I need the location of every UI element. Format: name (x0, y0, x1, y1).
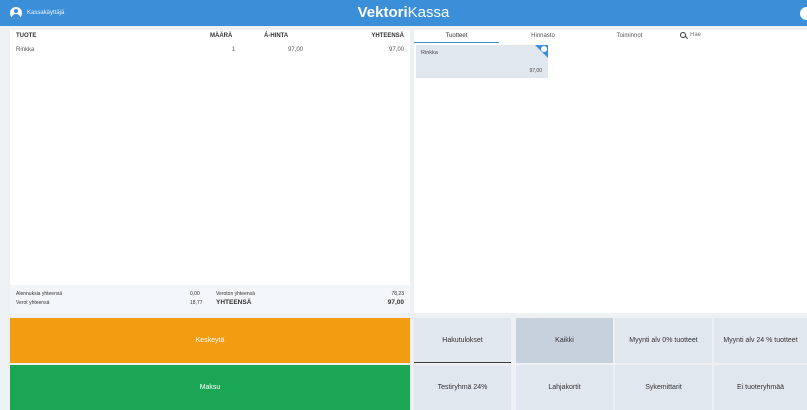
brand-light: Kassa (407, 4, 450, 21)
menu-circle-icon[interactable] (800, 7, 807, 20)
search-box[interactable] (680, 32, 790, 38)
row-total: 97,00 (388, 47, 404, 53)
column-product: TUOTE (16, 33, 37, 39)
products-panel: Tuotteet Hinnasto Toiminnot Rinkka 97,00 (414, 30, 807, 313)
grand-total-value: 97,00 (387, 299, 404, 306)
pay-button[interactable]: Maksu (10, 365, 410, 410)
category-vat-24[interactable]: Myynti alv 24 % tuotteet (714, 318, 807, 363)
column-quantity: MÄÄRÄ (210, 33, 233, 39)
net-value: 78,23 (391, 291, 404, 297)
product-tabs: Tuotteet Hinnasto Toiminnot (414, 30, 807, 43)
row-unit-price: 97,00 (288, 47, 304, 53)
tab-actions[interactable]: Toiminnot (587, 31, 672, 43)
app-logo: VektoriKassa (0, 4, 807, 21)
product-tile[interactable]: Rinkka 97,00 (416, 45, 548, 78)
column-unit-price: Á-HINTA (264, 33, 289, 39)
taxes-label: Verot yhteensä (16, 300, 50, 306)
product-tile-price: 97,00 (529, 68, 542, 74)
receipt-row[interactable]: Rinkka 1 97,00 97,00 (10, 44, 410, 56)
discounts-label: Alennuksia yhteensä (16, 291, 63, 297)
column-total: YHTEENSÄ (371, 33, 404, 39)
category-grid: Hakutulokset Kaikki Myynti alv 0% tuotte… (414, 318, 807, 410)
search-icon (680, 32, 686, 38)
category-test-group[interactable]: Testiryhmä 24% (414, 365, 511, 410)
receipt-panel: TUOTE MÄÄRÄ Á-HINTA YHTEENSÄ Rinkka 1 97… (10, 30, 410, 313)
tab-products[interactable]: Tuotteet (414, 31, 499, 43)
category-vat-0[interactable]: Myynti alv 0% tuotteet (615, 318, 712, 363)
net-label: Veroton yhteensä (216, 291, 255, 297)
grand-total-label: YHTEENSÄ (216, 299, 252, 306)
category-gift-cards[interactable]: Lahjakortit (516, 365, 613, 410)
top-bar: Kassakäyttäjä VektoriKassa (0, 0, 807, 26)
tab-price-list[interactable]: Hinnasto (499, 31, 587, 43)
category-all[interactable]: Kaikki (516, 318, 613, 363)
info-icon[interactable] (541, 46, 547, 52)
product-tile-name: Rinkka (421, 50, 438, 56)
discounts-value: 0,00 (190, 291, 200, 297)
brand-bold: Vektori (357, 4, 408, 21)
row-product: Rinkka (16, 47, 35, 53)
cancel-button[interactable]: Keskeytä (10, 318, 410, 363)
category-heart-rate-monitors[interactable]: Sykemittarit (615, 365, 712, 410)
receipt-header: TUOTE MÄÄRÄ Á-HINTA YHTEENSÄ (10, 30, 410, 42)
row-quantity: 1 (232, 47, 236, 53)
receipt-summary: Alennuksia yhteensä 0,00 Verot yhteensä … (10, 285, 410, 313)
search-input[interactable] (690, 32, 790, 38)
category-no-group[interactable]: Ei tuoteryhmää (714, 365, 807, 410)
category-search-results[interactable]: Hakutulokset (414, 318, 511, 363)
taxes-value: 18,77 (190, 300, 203, 306)
